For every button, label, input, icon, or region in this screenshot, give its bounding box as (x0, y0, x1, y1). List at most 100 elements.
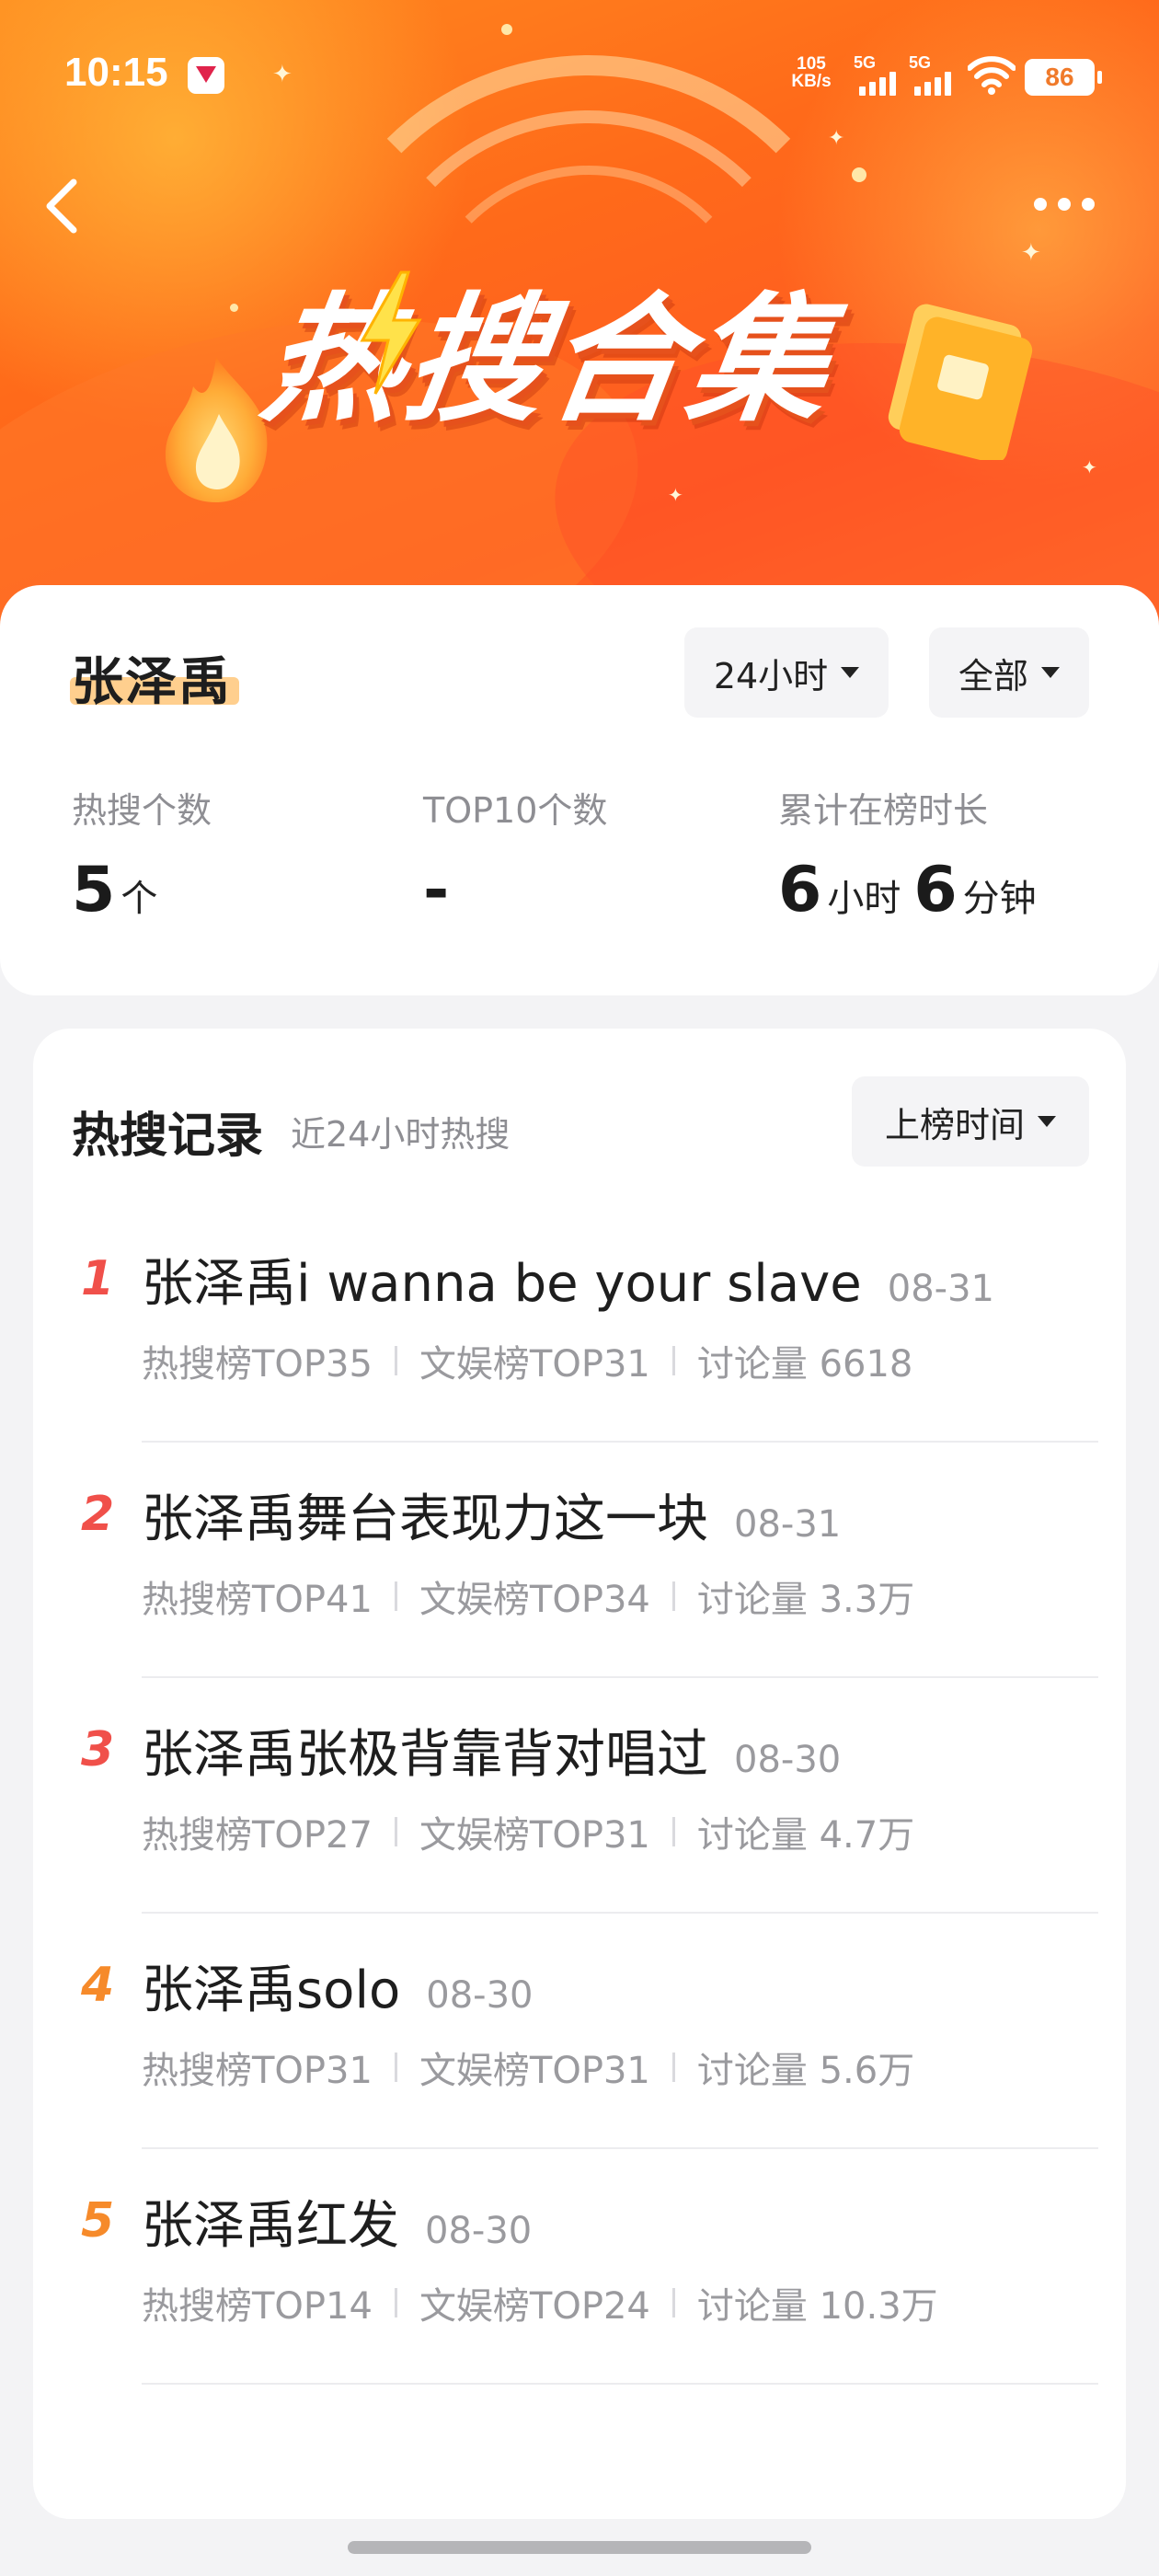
more-options-button[interactable] (1034, 190, 1107, 219)
item-title: 张泽禹solo (142, 1961, 401, 2020)
rank-number: 5 (81, 2193, 115, 2248)
divider (394, 2053, 397, 2082)
hot-rank: 热搜榜TOP27 (142, 1814, 373, 1857)
item-title-row: 张泽禹i wanna be your slave 08-31 (142, 1242, 994, 1317)
item-date: 08-30 (426, 1974, 534, 2017)
hot-search-item[interactable]: 1 张泽禹i wanna be your slave 08-31 热搜榜TOP35… (33, 1207, 1126, 1443)
item-title: 张泽禹i wanna be your slave (142, 1254, 862, 1314)
scope-filter-dropdown[interactable]: 全部 (929, 627, 1089, 718)
hero-title-wrap: 热搜合集 (254, 248, 929, 441)
notification-app-icon (188, 57, 224, 94)
item-meta: 热搜榜TOP31 文娱榜TOP31 讨论量 5.6万 (142, 2041, 914, 2094)
stat-unit: 小时 (827, 878, 901, 920)
item-title: 张泽禹张极背靠背对唱过 (142, 1725, 708, 1785)
item-meta: 热搜榜TOP27 文娱榜TOP31 讨论量 4.7万 (142, 1805, 914, 1858)
item-date: 08-30 (425, 2210, 533, 2252)
sort-dropdown[interactable]: 上榜时间 (852, 1076, 1089, 1167)
scope-filter-label: 全部 (958, 655, 1028, 696)
rank-number: 1 (81, 1251, 115, 1306)
divider (671, 1817, 675, 1846)
discussion-count: 讨论量 5.6万 (696, 2050, 915, 2092)
rank-number: 2 (81, 1487, 115, 1542)
stat-label-duration: 累计在榜时长 (778, 790, 989, 831)
hot-search-item[interactable]: 3 张泽禹张极背靠背对唱过 08-30 热搜榜TOP27 文娱榜TOP31 讨论量 4… (33, 1678, 1126, 1914)
network-speed-unit: KB/s (791, 72, 832, 91)
caret-down-icon (1041, 667, 1060, 678)
network-speed: 105 KB/s (784, 55, 839, 90)
period-filter-label: 24小时 (713, 655, 829, 696)
hero-banner: ✦ ✦ ✦ ✦ ✦ 10:15 105 KB/s 5G 5G 86 热搜合集 (0, 0, 1159, 644)
topic-name-wrap: 张泽禹 (70, 640, 239, 715)
sparkle-icon: ✦ (1082, 456, 1097, 478)
caret-down-icon (841, 667, 860, 678)
status-bar: 10:15 105 KB/s 5G 5G 86 (0, 0, 1159, 138)
item-title: 张泽禹红发 (142, 2196, 399, 2256)
summary-card: 张泽禹 24小时 全部 热搜个数 TOP10个数 累计在榜时长 5 个 - 6 … (0, 585, 1159, 995)
stat-number: 6 (778, 854, 822, 926)
home-indicator[interactable] (348, 2541, 811, 2554)
hot-rank: 热搜榜TOP31 (142, 2050, 373, 2092)
item-meta: 热搜榜TOP41 文娱榜TOP34 讨论量 3.3万 (142, 1570, 914, 1623)
sort-label: 上榜时间 (884, 1104, 1025, 1145)
topic-name: 张泽禹 (72, 652, 232, 712)
signal-label: 5G (854, 53, 877, 72)
cellular-signal-icon: 5G (909, 53, 964, 98)
ent-rank: 文娱榜TOP34 (419, 1579, 650, 1621)
ent-rank: 文娱榜TOP24 (419, 2285, 650, 2328)
cellular-signal-icon: 5G (854, 53, 909, 98)
ent-rank: 文娱榜TOP31 (419, 1814, 650, 1857)
item-title-row: 张泽禹solo 08-30 (142, 1949, 534, 2023)
stat-unit: 个 (120, 878, 158, 920)
lightning-icon (360, 270, 422, 395)
divider (671, 1346, 675, 1375)
divider (394, 1346, 397, 1375)
stat-label-hot-count: 热搜个数 (72, 790, 212, 831)
divider (394, 1581, 397, 1611)
item-title-row: 张泽禹红发 08-30 (142, 2184, 532, 2259)
discussion-count: 讨论量 3.3万 (696, 1579, 915, 1621)
divider (394, 1817, 397, 1846)
discussion-count: 讨论量 6618 (696, 1343, 913, 1386)
stat-number: 6 (913, 854, 958, 926)
divider (671, 2053, 675, 2082)
item-date: 08-30 (734, 1739, 842, 1781)
discussion-count: 讨论量 10.3万 (696, 2285, 938, 2328)
back-button[interactable] (37, 173, 88, 239)
hot-search-item[interactable]: 4 张泽禹solo 08-30 热搜榜TOP31 文娱榜TOP31 讨论量 5.6万 (33, 1914, 1126, 2149)
hot-search-item[interactable]: 2 张泽禹舞台表现力这一块 08-31 热搜榜TOP41 文娱榜TOP34 讨论量 3… (33, 1443, 1126, 1678)
stat-value-hot-count: 5 个 (72, 854, 170, 926)
hot-rank: 热搜榜TOP35 (142, 1343, 373, 1386)
hot-search-item[interactable]: 5 张泽禹红发 08-30 热搜榜TOP14 文娱榜TOP24 讨论量 10.3万 (33, 2149, 1126, 2385)
item-date: 08-31 (734, 1503, 842, 1546)
divider (671, 1581, 675, 1611)
hero-title: 热搜合集 (253, 281, 843, 441)
caret-down-icon (1038, 1116, 1056, 1127)
stat-value-duration: 6 小时 6 分钟 (778, 854, 1050, 926)
wifi-icon (968, 56, 1016, 95)
stat-value-top10-count: - (423, 854, 449, 926)
divider (671, 2288, 675, 2317)
hot-rank: 热搜榜TOP41 (142, 1579, 373, 1621)
signal-label: 5G (909, 53, 932, 72)
battery-indicator: 86 (1025, 59, 1102, 96)
item-meta: 热搜榜TOP14 文娱榜TOP24 讨论量 10.3万 (142, 2276, 938, 2329)
item-meta: 热搜榜TOP35 文娱榜TOP31 讨论量 6618 (142, 1334, 912, 1387)
hot-rank: 热搜榜TOP14 (142, 2285, 373, 2328)
item-title-row: 张泽禹张极背靠背对唱过 08-30 (142, 1713, 841, 1788)
records-title: 热搜记录 (72, 1109, 264, 1164)
item-date: 08-31 (887, 1268, 994, 1310)
item-title: 张泽禹舞台表现力这一块 (142, 1489, 708, 1549)
sparkle-icon: ✦ (1021, 239, 1041, 267)
network-speed-value: 105 (797, 54, 826, 74)
records-card: 热搜记录 近24小时热搜 上榜时间 1 张泽禹i wanna be your s… (33, 1029, 1126, 2519)
stat-unit: 分钟 (962, 878, 1037, 920)
rank-number: 4 (81, 1958, 115, 2013)
sparkle-dot (230, 304, 238, 312)
stat-label-top10-count: TOP10个数 (423, 790, 608, 831)
stat-number: 5 (72, 854, 116, 926)
sparkle-dot (852, 167, 866, 182)
ent-rank: 文娱榜TOP31 (419, 1343, 650, 1386)
period-filter-dropdown[interactable]: 24小时 (684, 627, 889, 718)
discussion-count: 讨论量 4.7万 (696, 1814, 915, 1857)
divider (394, 2288, 397, 2317)
